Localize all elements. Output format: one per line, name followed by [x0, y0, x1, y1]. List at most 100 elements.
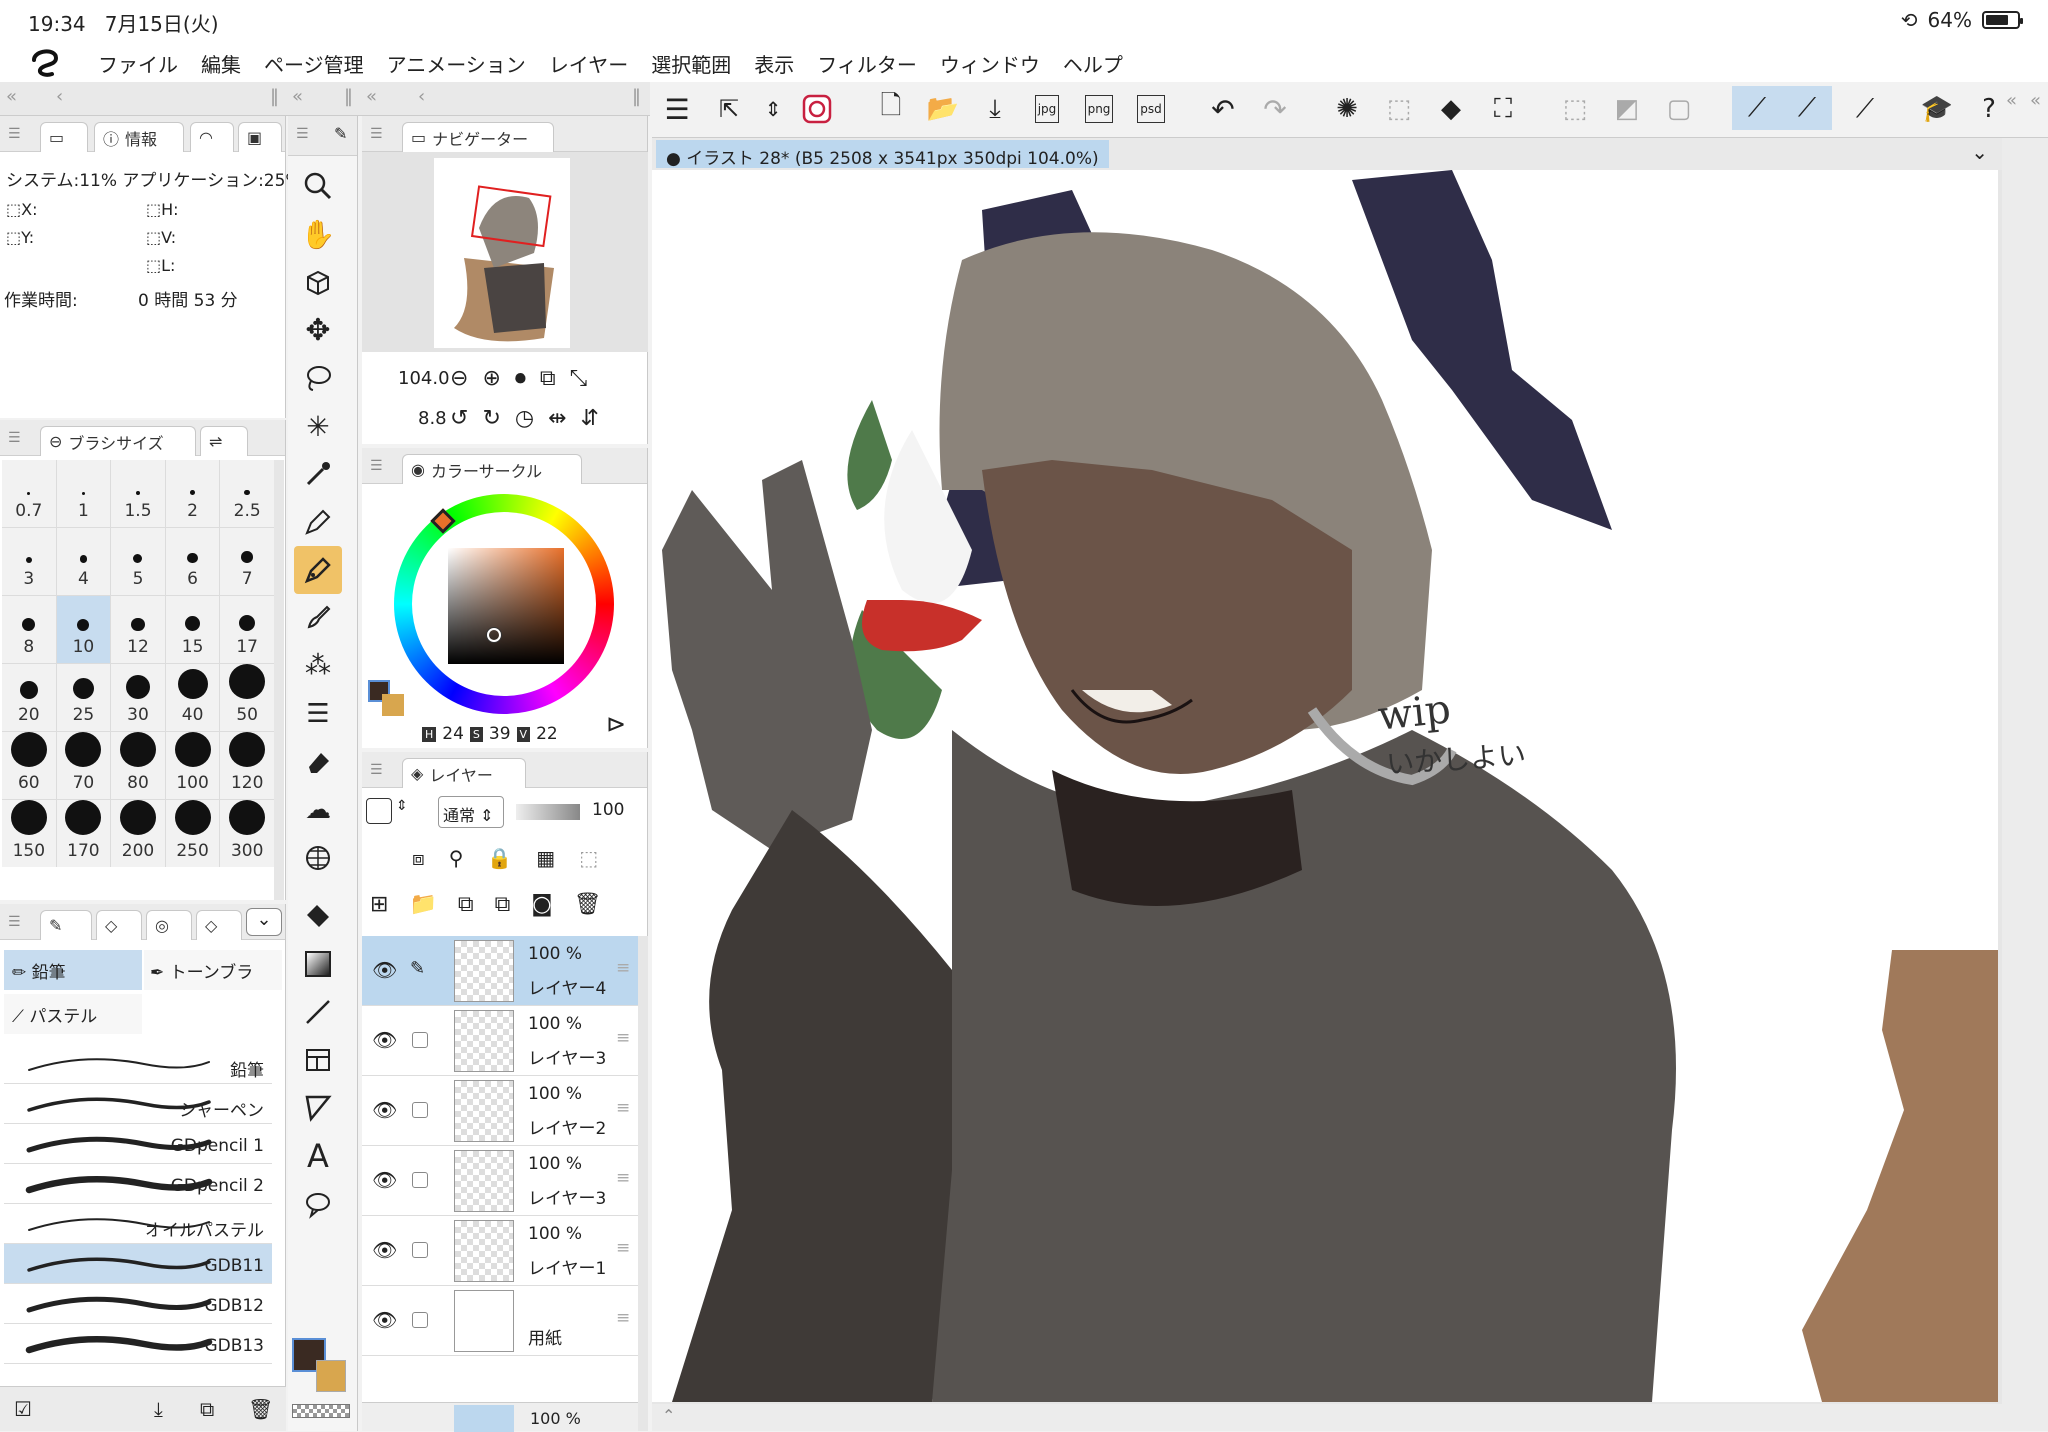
- chevron-updown-icon[interactable]: ⇕: [762, 90, 784, 128]
- tab-brush-settings[interactable]: ⇌: [200, 426, 248, 456]
- export-jpg-icon[interactable]: jpg: [1028, 90, 1066, 128]
- eraser-tool-icon[interactable]: [294, 738, 342, 786]
- brush-item[interactable]: オイルパステル: [4, 1204, 272, 1244]
- snap-special-ruler-icon[interactable]: ⟋: [1782, 86, 1832, 130]
- clear-selection-icon[interactable]: ⬚: [1380, 90, 1418, 128]
- text-tool-icon[interactable]: A: [294, 1132, 342, 1180]
- layer-row[interactable]: 👁 100 % レイヤー3 ≡: [362, 1006, 638, 1076]
- drag-handle-icon[interactable]: ≡: [616, 1098, 630, 1118]
- frame-tool-icon[interactable]: [294, 1036, 342, 1084]
- gradient-tool-icon[interactable]: [294, 940, 342, 988]
- brush-size-cell[interactable]: 300: [220, 800, 274, 867]
- eyedropper-tool-icon[interactable]: [294, 450, 342, 498]
- layer-row[interactable]: 👁 100 % レイヤー1 ≡: [362, 1216, 638, 1286]
- export-png-icon[interactable]: png: [1080, 90, 1118, 128]
- zoom-in-icon[interactable]: ⊕: [482, 366, 500, 391]
- eye-icon[interactable]: 👁: [372, 1098, 397, 1122]
- flip-horizontal-icon[interactable]: ⇹: [548, 406, 566, 431]
- group-pastel[interactable]: ⟋ パステル: [4, 994, 142, 1034]
- brush-size-cell[interactable]: 20: [2, 664, 56, 731]
- menu-window[interactable]: ウィンドウ: [940, 49, 1040, 78]
- dock-handle-icon[interactable]: ‖: [632, 86, 641, 107]
- mask-icon[interactable]: ⬚: [579, 846, 598, 870]
- brush-size-cell[interactable]: 170: [56, 800, 111, 867]
- brush-size-cell[interactable]: 3: [2, 528, 56, 595]
- layer-row[interactable]: 👁 用紙 ≡: [362, 1286, 638, 1356]
- duplicate-icon[interactable]: ⧉: [200, 1397, 214, 1421]
- collapse-left-icon[interactable]: ‹: [418, 86, 425, 107]
- panel-grip-icon[interactable]: ☰: [370, 126, 383, 142]
- lasso-tool-icon[interactable]: [294, 354, 342, 402]
- move-tool-icon[interactable]: ✥: [294, 306, 342, 354]
- new-file-icon[interactable]: 🗋: [872, 90, 910, 128]
- brush-size-cell[interactable]: 2.5: [220, 460, 274, 527]
- eye-icon[interactable]: 👁: [372, 1168, 397, 1192]
- undo-icon[interactable]: ↶: [1204, 90, 1242, 128]
- sub-color-swatch[interactable]: [316, 1360, 346, 1392]
- tab-layer[interactable]: ◈ レイヤー: [402, 758, 526, 788]
- eye-icon[interactable]: 👁: [372, 958, 397, 982]
- collapse-left-double-icon[interactable]: «: [292, 86, 303, 107]
- brush-item[interactable]: GDB13: [4, 1324, 272, 1364]
- app-icon[interactable]: [798, 90, 836, 128]
- tab-sub-tool-4[interactable]: ◇: [196, 910, 242, 940]
- brush-size-cell[interactable]: 6: [165, 528, 220, 595]
- navigator-preview-area[interactable]: [362, 152, 648, 352]
- brush-size-cell[interactable]: 100: [165, 732, 220, 799]
- menu-help[interactable]: ヘルプ: [1063, 49, 1123, 78]
- selection-border-icon[interactable]: ▢: [1660, 90, 1698, 128]
- flip-vertical-icon[interactable]: ⇵: [581, 406, 599, 431]
- dock-handle-icon[interactable]: ‖: [344, 86, 353, 107]
- tab-brush-size[interactable]: ⊖ ブラシサイズ: [40, 426, 196, 456]
- drag-handle-icon[interactable]: ≡: [616, 1238, 630, 1258]
- layer-checkbox[interactable]: [412, 1242, 428, 1258]
- panel-grip-icon[interactable]: ☰: [8, 126, 21, 142]
- drag-handle-icon[interactable]: ≡: [616, 1028, 630, 1048]
- brush-item[interactable]: 鉛筆: [4, 1044, 272, 1084]
- eye-icon[interactable]: 👁: [372, 1308, 397, 1332]
- brush-size-cell[interactable]: 12: [111, 596, 165, 663]
- zoom-tool-icon[interactable]: [294, 162, 342, 210]
- open-file-icon[interactable]: 📂: [924, 90, 962, 128]
- layer-checkbox[interactable]: [412, 1032, 428, 1048]
- collapse-right-double-icon[interactable]: «: [2030, 90, 2041, 111]
- delete-layer-icon[interactable]: 🗑: [574, 892, 602, 917]
- tab-info[interactable]: ⓘ 情報: [94, 122, 184, 152]
- brush-size-cell[interactable]: 25: [56, 664, 111, 731]
- rotate-left-icon[interactable]: ↺: [450, 406, 468, 431]
- new-raster-layer-icon[interactable]: ⊞: [370, 892, 388, 917]
- blend-tool-icon[interactable]: ☁: [294, 786, 342, 834]
- tab-layer-property[interactable]: ▭: [40, 122, 88, 152]
- tab-sub-tool-3[interactable]: ◎: [146, 910, 192, 940]
- blend-mode-select[interactable]: 通常 ⇕: [438, 796, 504, 828]
- brush-size-cell[interactable]: 17: [220, 596, 274, 663]
- brush-size-cell[interactable]: 1.5: [111, 460, 165, 527]
- app-logo-icon[interactable]: [28, 46, 62, 78]
- layer-row[interactable]: 👁 100 % レイヤー2 ≡: [362, 1076, 638, 1146]
- panel-grip-icon[interactable]: ☰: [370, 762, 383, 778]
- zoom-reset-icon[interactable]: ⏺: [515, 366, 526, 391]
- snap-ruler-icon[interactable]: ⟋: [1732, 86, 1782, 130]
- zoom-out-icon[interactable]: ⊖: [450, 366, 468, 391]
- collapse-left-icon[interactable]: ‹: [56, 86, 63, 107]
- fit-window-icon[interactable]: ⤡: [570, 366, 588, 391]
- sub-color-chip[interactable]: [382, 694, 404, 716]
- pencil-tool-icon[interactable]: [294, 546, 342, 594]
- chevron-up-icon[interactable]: ⌃: [662, 1406, 675, 1425]
- panel-grip-icon[interactable]: ☰: [8, 914, 21, 930]
- group-pencil[interactable]: ✏ 鉛筆: [4, 950, 142, 990]
- brush-size-cell[interactable]: 200: [111, 800, 165, 867]
- layer-checkbox[interactable]: [412, 1312, 428, 1328]
- menu-edit[interactable]: 編集: [201, 49, 241, 78]
- lock-transparency-icon[interactable]: ▦: [536, 846, 555, 870]
- new-folder-icon[interactable]: 📁: [409, 892, 436, 917]
- transform-icon[interactable]: ⛶: [1484, 90, 1522, 128]
- panel-grip-icon[interactable]: ☰: [370, 458, 383, 474]
- menu-layer[interactable]: レイヤー: [549, 49, 628, 78]
- decoration-tool-icon[interactable]: ☰: [294, 690, 342, 738]
- brush-size-cell[interactable]: 250: [165, 800, 220, 867]
- rotate-right-icon[interactable]: ↻: [482, 406, 500, 431]
- brush-size-cell[interactable]: 15: [165, 596, 220, 663]
- brush-size-cell[interactable]: 4: [56, 528, 111, 595]
- menu-animation[interactable]: アニメーション: [387, 49, 526, 78]
